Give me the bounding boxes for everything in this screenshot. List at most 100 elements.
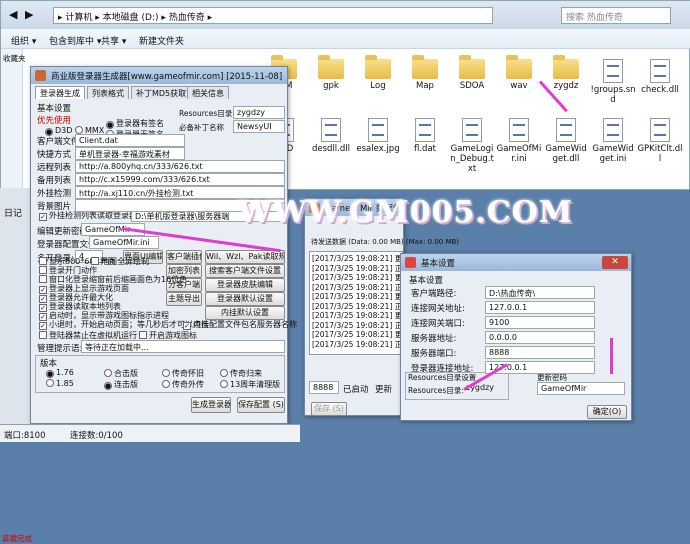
tab-generate[interactable]: 登录器生成 (35, 86, 85, 99)
file-item[interactable]: !groups.snd (590, 59, 636, 105)
generator-titlebar: 商业版登录器生成器[www.gameofmir.com] [2015-11-08… (31, 67, 287, 84)
file-item[interactable]: GameWidget.ini (590, 118, 636, 164)
file-name: check.dll (641, 85, 679, 95)
resources-field-label: Resources目录: (408, 386, 464, 395)
theme-export-button[interactable]: 主题导出 (166, 292, 202, 306)
search-client-button[interactable]: 搜索客户端文件设置 (205, 264, 285, 278)
option-checkbox[interactable] (39, 266, 47, 274)
hint-input[interactable]: 等待正在加载中... (81, 340, 285, 353)
log-tab[interactable]: 日记 (4, 206, 22, 219)
monitor-save-button[interactable]: 保存 (S) (311, 402, 347, 416)
update-password-input[interactable]: GameOfMir (537, 382, 625, 395)
version-radio[interactable] (104, 369, 112, 377)
forward-icon[interactable]: ▶ (25, 8, 33, 21)
file-item[interactable]: Log (355, 55, 401, 91)
option-checkbox[interactable] (39, 275, 47, 283)
version-label: 1.85 (56, 379, 74, 388)
favorites-label[interactable]: 收藏夹 (3, 53, 26, 64)
fast-label: 快捷方式 (37, 150, 72, 160)
patch-name-label: 必备补丁名称 (179, 123, 224, 132)
launcher-default-button[interactable]: 登录器默认设置 (205, 292, 285, 306)
file-name: Map (416, 81, 434, 91)
signed-radio[interactable]: ● (106, 121, 114, 129)
version-radio[interactable] (162, 369, 170, 377)
file-item[interactable]: fl.dat (402, 118, 448, 154)
generate-button[interactable]: 生成登录器 (191, 397, 231, 413)
file-item[interactable]: wav (496, 55, 542, 91)
client-input[interactable]: Client.dat (75, 134, 185, 147)
file-name: !groups.snd (590, 85, 636, 105)
option-checkbox[interactable]: ✓ (39, 322, 47, 330)
option-checkbox[interactable] (139, 331, 147, 339)
wil-rules-button[interactable]: Wil、Wzl、Pak读取规则 (205, 250, 285, 264)
run-status: 已启动 (343, 385, 369, 395)
file-item[interactable]: esalex.jpg (355, 118, 401, 154)
setting-input[interactable]: 127.0.0.1 (485, 301, 595, 314)
file-item[interactable]: GPKitClt.dll (637, 118, 683, 164)
ok-button[interactable]: 确定(O) (587, 405, 627, 419)
version-radio[interactable]: ● (104, 382, 112, 390)
tab-list-format[interactable]: 列表格式 (87, 86, 129, 99)
backup-input[interactable]: http://c.x15999.com/333/626.txt (75, 173, 285, 186)
save-config-button[interactable]: 保存配置 (S) (237, 397, 285, 413)
file-icon (650, 59, 670, 83)
new-folder-button[interactable]: 新建文件夹 (139, 34, 184, 47)
option-checkbox[interactable] (39, 331, 47, 339)
file-icon (603, 118, 623, 142)
file-item[interactable]: zygdz (543, 55, 589, 91)
file-name: esalex.jpg (356, 144, 400, 154)
navigation-pane: 收藏夹 (1, 49, 26, 191)
option-checkbox[interactable]: ✓ (183, 322, 191, 330)
setting-input[interactable]: D:\热血传奇\ (485, 286, 595, 299)
option-checkbox[interactable] (39, 257, 47, 265)
file-item[interactable]: desdll.dll (308, 118, 354, 154)
option-checkbox[interactable] (91, 257, 99, 265)
version-radio[interactable] (46, 379, 54, 387)
port-input[interactable]: 8888 (309, 381, 339, 394)
search-input[interactable]: 搜索 热血传奇 (561, 7, 671, 24)
version-radio[interactable]: ● (46, 370, 54, 378)
backup-label: 备用列表 (37, 176, 72, 186)
version-radio[interactable] (162, 380, 170, 388)
back-icon[interactable]: ◀ (9, 8, 17, 21)
mmx-radio[interactable] (75, 126, 83, 134)
monitor-log[interactable]: [2017/3/25 19:08:21] 更新日...[2017/3/25 19… (309, 251, 403, 355)
fast-input[interactable]: 单机登录器-幸福游戏素材 (75, 147, 185, 160)
file-item[interactable]: SDOA (449, 55, 495, 91)
setting-input[interactable]: 0.0.0.0 (485, 331, 595, 344)
setting-label: 连接网关端口: (411, 319, 465, 329)
file-item[interactable]: GameWidget.dll (543, 118, 589, 164)
plugin-default-button[interactable]: 内挂默认设置 (205, 306, 285, 320)
remote-input[interactable]: http://a.800yhq.cn/333/626.txt (75, 160, 285, 173)
file-icon (415, 118, 435, 142)
skin-edit-button[interactable]: 登录器皮肤编辑 (205, 278, 285, 292)
file-item[interactable]: GameOfMir.ini (496, 118, 542, 164)
send-data-label: 待发送数据 (Data: 0.00 MB) (Max: 0.00 MB) (311, 238, 460, 246)
packet-monitor-window: GameOfMir 数据包检测器 [更新日期：2015-11-08] 待发送数据… (304, 198, 459, 416)
hint-label: 管理提示语: (37, 344, 83, 354)
setting-input[interactable]: 9100 (485, 316, 595, 329)
file-icon (603, 59, 623, 83)
config-file-input[interactable]: GameOfMir.ini (89, 236, 159, 249)
resources-dir-input[interactable]: zygdzy (233, 106, 285, 119)
version-label: 13周年清理版 (230, 380, 281, 389)
setting-input[interactable]: 8888 (485, 346, 595, 359)
list-check-checkbox[interactable]: ✓ (39, 213, 47, 221)
organize-button[interactable]: 组织 ▾ (11, 34, 36, 47)
file-item[interactable]: check.dll (637, 59, 683, 95)
file-item[interactable]: gpk (308, 55, 354, 91)
version-radio[interactable] (220, 369, 228, 377)
log-line: [2017/3/25 19:08:21] 更新... (312, 311, 400, 320)
address-input[interactable]: ▸ 计算机 ▸ 本地磁盘 (D:) ▸ 热血传奇 ▸ (53, 7, 493, 24)
include-library-button[interactable]: 包含到库中 ▾ (49, 34, 101, 47)
share-button[interactable]: 共享 ▾ (101, 34, 126, 47)
close-icon[interactable]: ✕ (602, 256, 628, 269)
patch-name-input[interactable]: NewsyUI (233, 120, 285, 133)
tab-info[interactable]: 相关信息 (187, 86, 229, 99)
client-plugin-button[interactable]: 客户端插件 (166, 250, 202, 264)
version-radio[interactable] (220, 380, 228, 388)
file-item[interactable]: GameLogin_Debug.txt (449, 118, 495, 174)
file-item[interactable]: Map (402, 55, 448, 91)
tab-md5[interactable]: 补丁MD5获取 (131, 86, 192, 99)
folder-icon (553, 55, 579, 79)
